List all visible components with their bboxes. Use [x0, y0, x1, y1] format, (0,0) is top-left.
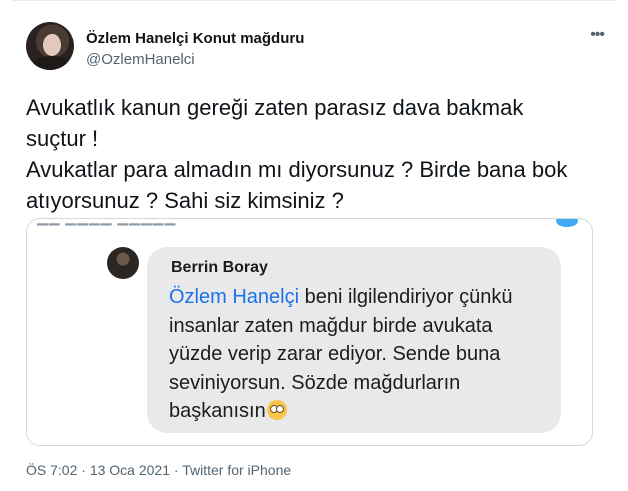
tweet-source[interactable]: Twitter for iPhone [182, 462, 291, 478]
author-handle[interactable]: @OzlemHanelci [86, 51, 195, 68]
separator: · [173, 462, 179, 478]
more-options-icon[interactable]: ••• [590, 27, 605, 43]
tweet-line: atıyorsunuz ? Sahi siz kimsiniz ? [26, 188, 344, 213]
mention-link: Özlem Hanelçi [169, 286, 300, 308]
tweet-line: Avukatlık kanun gereği zaten parasız dav… [26, 95, 524, 120]
cropped-text-bottom: ▁▁▁ ▁▁▁▁▁ ▁▁▁▁▁▁ [157, 435, 305, 446]
comment-line: Özlem Hanelçi beni ilgilendiriyor çünkü [169, 283, 559, 312]
separator: · [81, 462, 86, 478]
tweet-line: Avukatlar para almadın mı diyorsunuz ? B… [26, 157, 568, 182]
comment-line: seviniyorsun. Sözde mağdurların [169, 371, 461, 394]
tweet-time[interactable]: ÖS 7:02 [26, 462, 77, 478]
comment-line: insanlar zaten mağdur birde avukata [169, 314, 493, 337]
commenter-name: Berrin Boray [171, 259, 268, 276]
divider [12, 0, 616, 1]
commenter-avatar [107, 247, 139, 279]
comment-line-text: beni ilgilendiriyor çünkü [299, 286, 513, 308]
tweet: Özlem Hanelçi Konut mağduru @OzlemHanelc… [0, 0, 628, 491]
tweet-date[interactable]: 13 Oca 2021 [90, 462, 170, 478]
avatar-face [43, 34, 61, 56]
cropped-text-top: ▁▁ ▁▁▁▁ ▁▁▁▁▁ [37, 219, 176, 226]
avatar-shoulder [32, 56, 72, 70]
tweet-metadata: ÖS 7:02 · 13 Oca 2021 · Twitter for iPho… [26, 462, 291, 478]
comment-line: başkanısın [169, 397, 559, 426]
author-display-name[interactable]: Özlem Hanelçi Konut mağduru [86, 30, 304, 47]
tweet-text: Avukatlık kanun gereği zaten parasız dav… [26, 92, 606, 216]
comment-bubble: Berrin Boray Özlem Hanelçi beni ilgilend… [147, 247, 561, 433]
comment-line-text: başkanısın [169, 400, 266, 422]
cropped-icon-top [556, 219, 578, 227]
comment-text: Özlem Hanelçi beni ilgilendiriyor çünkü … [169, 283, 559, 426]
comment-line: yüzde verip zarar ediyor. Sende buna [169, 343, 501, 365]
tweet-line: suçtur ! [26, 126, 99, 151]
face-with-rolling-eyes-icon [266, 400, 287, 420]
attached-screenshot[interactable]: ▁▁ ▁▁▁▁ ▁▁▁▁▁ Berrin Boray Özlem Hanelçi… [26, 218, 593, 446]
author-avatar[interactable] [26, 22, 74, 70]
